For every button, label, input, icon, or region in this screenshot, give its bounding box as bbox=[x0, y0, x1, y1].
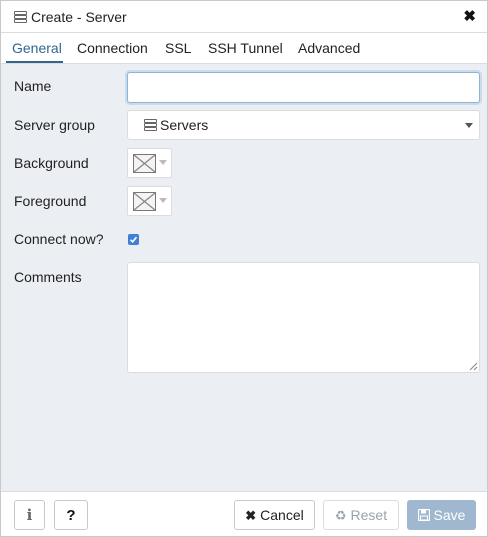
tab-bar: General Connection SSL SSH Tunnel Advanc… bbox=[1, 33, 487, 64]
no-color-swatch-icon bbox=[133, 154, 156, 173]
cancel-button-label: Cancel bbox=[260, 507, 304, 523]
tab-ssh-tunnel[interactable]: SSH Tunnel bbox=[208, 40, 283, 56]
cancel-button[interactable]: ✖ Cancel bbox=[234, 500, 315, 530]
background-color-picker[interactable] bbox=[127, 148, 172, 178]
info-button[interactable]: i bbox=[14, 500, 45, 530]
tab-connection[interactable]: Connection bbox=[77, 40, 148, 56]
foreground-label: Foreground bbox=[14, 193, 87, 209]
chevron-down-icon bbox=[159, 198, 167, 203]
connect-now-label: Connect now? bbox=[14, 231, 104, 247]
help-icon: ? bbox=[66, 506, 76, 524]
chevron-down-icon bbox=[159, 160, 167, 165]
save-button-label: Save bbox=[433, 507, 466, 523]
comments-textarea[interactable] bbox=[127, 262, 480, 373]
server-group-select[interactable]: Servers bbox=[127, 110, 480, 140]
checkmark-icon bbox=[129, 236, 138, 243]
create-server-dialog: Create - Server ✖ General Connection SSL… bbox=[0, 0, 488, 537]
close-icon[interactable]: ✖ bbox=[463, 9, 476, 25]
recycle-icon: ♻ bbox=[334, 507, 347, 523]
dialog-footer: i ? ✖ Cancel ♻ Reset Save bbox=[1, 491, 487, 536]
dialog-body: Name Server group Servers Background For… bbox=[1, 64, 487, 491]
help-button[interactable]: ? bbox=[54, 500, 88, 530]
dialog-title: Create - Server bbox=[31, 9, 127, 25]
close-icon: ✖ bbox=[245, 507, 257, 523]
tab-advanced[interactable]: Advanced bbox=[298, 40, 360, 56]
dialog-header: Create - Server ✖ bbox=[1, 1, 487, 33]
server-icon bbox=[144, 119, 157, 132]
floppy-disk-icon bbox=[417, 509, 430, 521]
tab-general[interactable]: General bbox=[12, 40, 62, 56]
foreground-color-picker[interactable] bbox=[127, 186, 172, 216]
reset-button-label: Reset bbox=[350, 507, 388, 523]
server-group-label: Server group bbox=[14, 117, 95, 133]
active-tab-indicator bbox=[6, 61, 63, 63]
reset-button[interactable]: ♻ Reset bbox=[323, 500, 399, 530]
name-label: Name bbox=[14, 78, 52, 94]
chevron-down-icon bbox=[465, 123, 473, 128]
no-color-swatch-icon bbox=[133, 192, 156, 211]
name-input[interactable] bbox=[127, 72, 480, 103]
comments-label: Comments bbox=[14, 269, 82, 285]
info-icon: i bbox=[26, 506, 33, 524]
tab-ssl[interactable]: SSL bbox=[165, 40, 191, 56]
save-button[interactable]: Save bbox=[407, 500, 476, 530]
server-icon bbox=[14, 11, 27, 24]
server-group-value: Servers bbox=[160, 117, 209, 133]
connect-now-checkbox[interactable] bbox=[128, 234, 139, 245]
background-label: Background bbox=[14, 155, 89, 171]
